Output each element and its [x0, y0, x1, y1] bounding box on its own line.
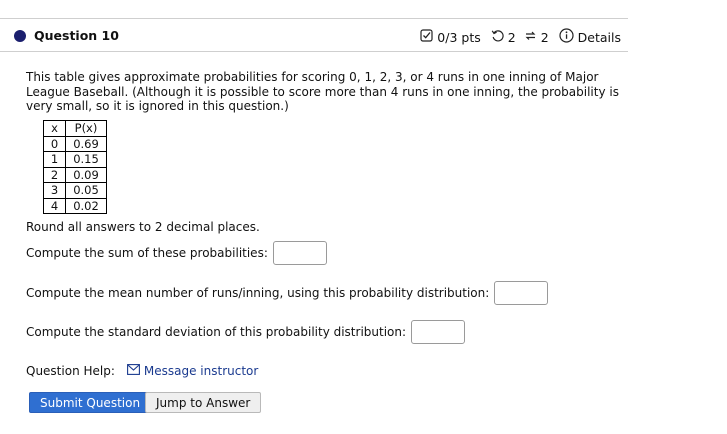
sum-question-label: Compute the sum of these probabilities: [26, 246, 268, 260]
question-help-label: Question Help: [26, 364, 115, 378]
column-header-px: P(x) [65, 120, 107, 137]
table-header-row: x P(x) [43, 120, 107, 137]
table-row: 1 0.15 [43, 151, 107, 168]
message-instructor-label: Message instructor [143, 364, 259, 378]
mail-icon [126, 364, 140, 378]
details-link[interactable]: Details [559, 28, 621, 46]
jump-to-answer-button[interactable]: Jump to Answer [145, 392, 262, 413]
cell-x: 3 [43, 182, 66, 199]
table-row: 4 0.02 [43, 197, 107, 214]
cell-x: 0 [43, 135, 66, 152]
sum-answer-input[interactable] [272, 241, 327, 265]
mean-question-label: Compute the mean number of runs/inning, … [26, 286, 490, 300]
retries-count: 2 [507, 29, 516, 45]
column-header-x: x [43, 120, 66, 137]
cell-px: 0.69 [65, 135, 107, 152]
header-top-divider [0, 18, 628, 19]
details-label: Details [577, 29, 621, 45]
sync-icon [524, 29, 537, 45]
cell-x: 1 [43, 151, 66, 168]
table-row: 2 0.09 [43, 166, 107, 183]
cell-px: 0.15 [65, 151, 107, 168]
sd-question: Compute the standard deviation of this p… [26, 320, 466, 344]
header-bottom-divider [0, 51, 628, 52]
cell-x: 4 [43, 197, 66, 214]
probability-table: x P(x) 0 0.69 1 0.15 2 0.09 3 0.05 4 0.0… [43, 120, 107, 214]
status-dot-icon [14, 30, 26, 42]
sd-question-label: Compute the standard deviation of this p… [26, 325, 407, 339]
mean-answer-input[interactable] [494, 281, 549, 305]
question-meta: 0/3 pts 2 2 Details [420, 28, 621, 46]
submit-question-button[interactable]: Submit Question [29, 392, 152, 413]
cell-x: 2 [43, 166, 66, 183]
message-instructor-link[interactable]: Message instructor [126, 364, 259, 378]
cell-px: 0.05 [65, 182, 107, 199]
question-help: Question Help: Message instructor [26, 364, 258, 378]
table-row: 0 0.69 [43, 135, 107, 152]
submissions-count: 2 [540, 29, 549, 45]
checkbox-icon [420, 29, 433, 45]
info-icon [559, 28, 574, 46]
retry-icon [491, 29, 504, 45]
points-label: 0/3 pts [437, 29, 481, 45]
cell-px: 0.02 [65, 197, 107, 214]
question-title: Question 10 [34, 28, 119, 43]
sd-answer-input[interactable] [411, 320, 466, 344]
cell-px: 0.09 [65, 166, 107, 183]
question-prompt: This table gives approximate probabiliti… [26, 70, 619, 113]
table-row: 3 0.05 [43, 182, 107, 199]
rounding-instructions: Round all answers to 2 decimal places. [26, 220, 260, 234]
sum-question: Compute the sum of these probabilities: [26, 241, 327, 265]
mean-question: Compute the mean number of runs/inning, … [26, 281, 549, 305]
